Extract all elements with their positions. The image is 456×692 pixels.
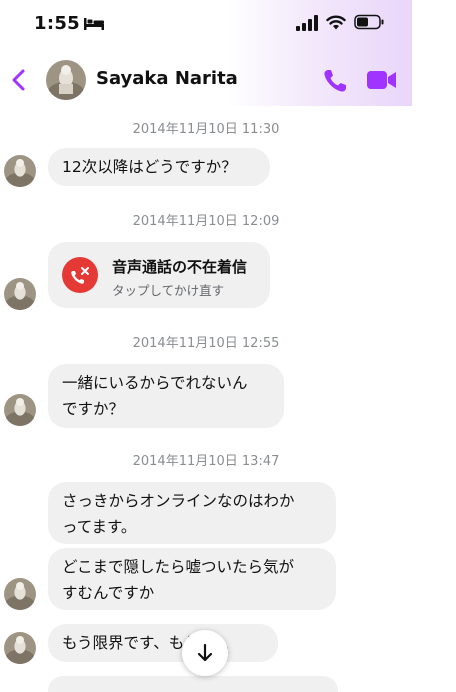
status-bar: 1:55	[0, 0, 412, 50]
message-bubble[interactable]: さっきからオンラインなのはわか ってます。	[48, 482, 336, 544]
message-timestamp: 2014年11月10日 12:09	[132, 214, 280, 229]
message-text: 12次以降はどうですか？	[62, 158, 237, 176]
message-bubble[interactable]: 12次以降はどうですか？	[48, 148, 270, 186]
signal-icon	[296, 15, 318, 31]
phone-icon[interactable]	[322, 68, 348, 94]
message-text-line: さっきからオンラインなのはわか	[62, 492, 295, 510]
message-text-line: すむんですか	[62, 584, 155, 602]
back-icon[interactable]	[8, 68, 30, 92]
message-text-line: ですか？	[62, 400, 125, 418]
bed-icon	[84, 18, 104, 30]
battery-icon	[354, 14, 384, 30]
arrow-down-icon	[197, 643, 213, 662]
message-timestamp: 2014年11月10日 13:47	[132, 454, 280, 469]
sender-avatar[interactable]	[4, 632, 36, 664]
message-bubble[interactable]: もう限界です、もうし、、	[48, 624, 278, 662]
message-bubble-partial[interactable]	[48, 676, 338, 692]
sender-avatar[interactable]	[4, 155, 36, 187]
sender-avatar[interactable]	[4, 278, 36, 310]
message-bubble[interactable]: 一緒にいるからでれないん ですか？	[48, 364, 284, 428]
missed-call-bubble[interactable]: 音声通話の不在着信 タップしてかけ直す	[48, 242, 270, 308]
sender-avatar[interactable]	[4, 394, 36, 426]
message-text-line: どこまで隠したら嘘ついたら気が	[62, 558, 295, 576]
sender-avatar[interactable]	[4, 578, 36, 610]
message-timestamp: 2014年11月10日 12:55	[132, 336, 280, 351]
missed-call-subtitle: タップしてかけ直す	[112, 283, 225, 298]
contact-avatar[interactable]	[46, 60, 86, 100]
wifi-icon	[326, 15, 346, 30]
video-icon[interactable]	[366, 68, 398, 92]
message-timestamp: 2014年11月10日 11:30	[132, 122, 280, 137]
message-text-line: 一緒にいるからでれないん	[62, 374, 248, 392]
status-time: 1:55	[34, 13, 80, 34]
contact-name[interactable]: Sayaka Narita	[96, 68, 238, 89]
message-bubble[interactable]: どこまで隠したら嘘ついたら気が すむんですか	[48, 548, 336, 610]
message-text-line: ってます。	[62, 518, 137, 536]
missed-call-icon	[62, 257, 98, 293]
missed-call-title: 音声通話の不在着信	[112, 258, 248, 276]
scroll-to-bottom-button[interactable]	[182, 630, 228, 676]
